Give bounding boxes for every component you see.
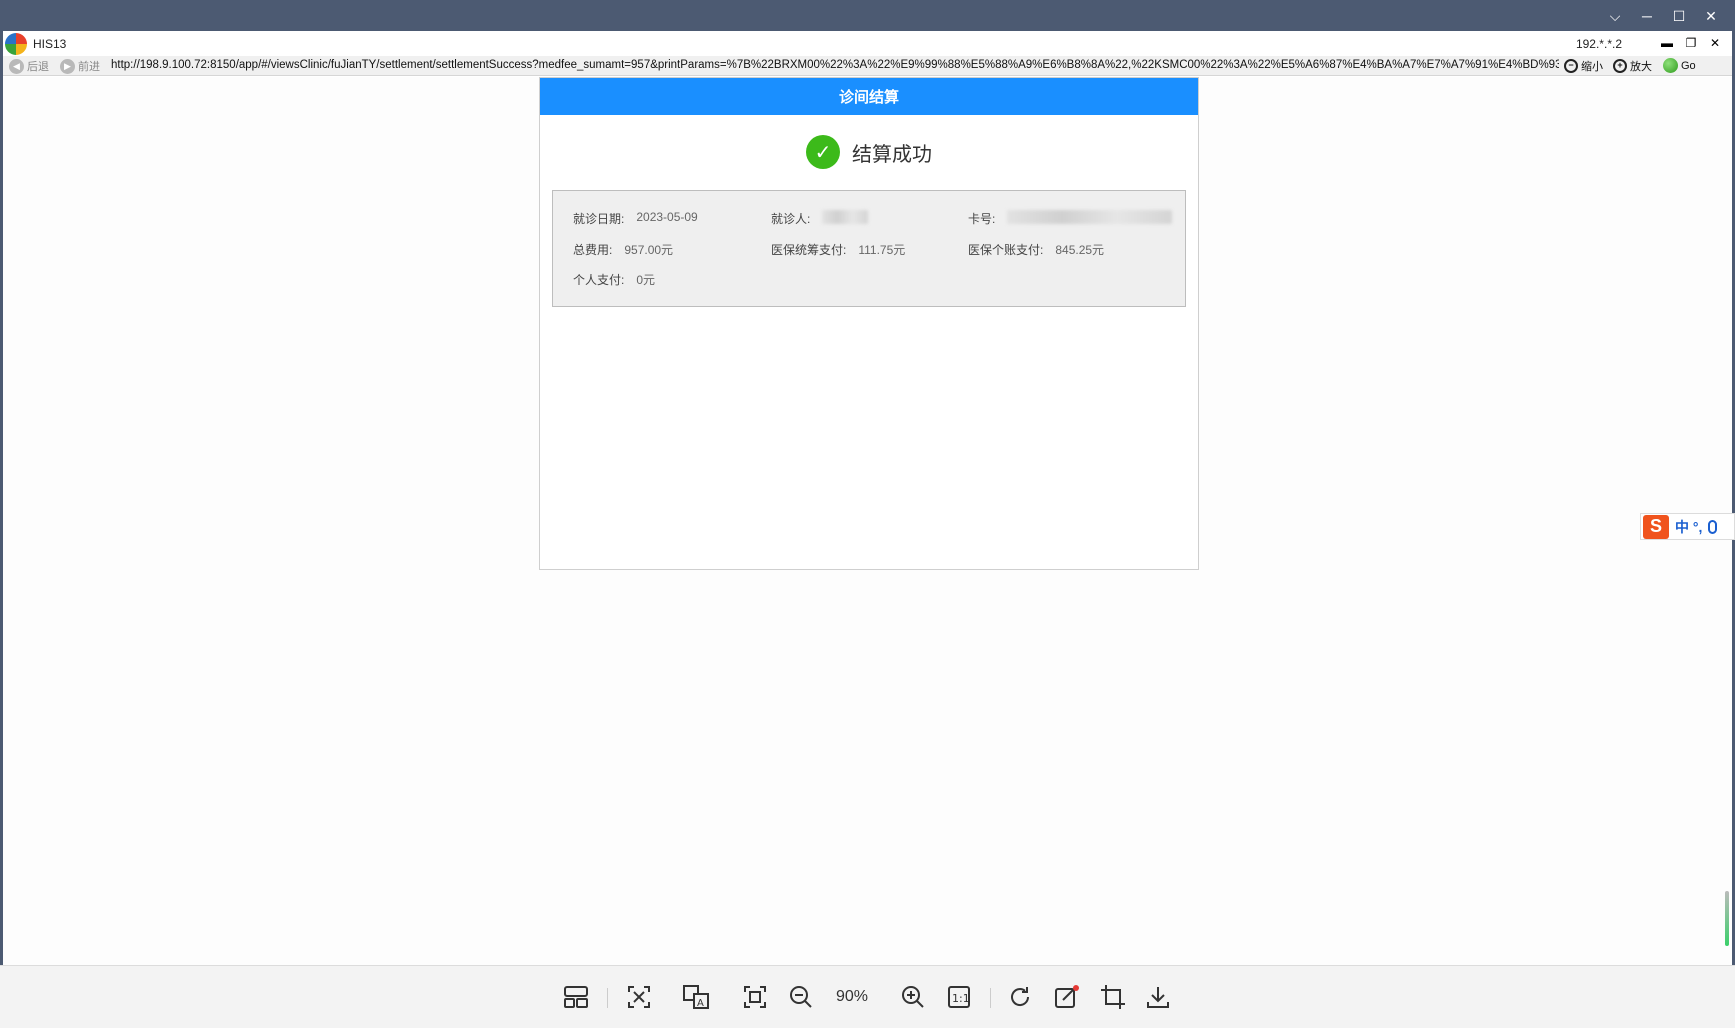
viewer-titlebar: ⌵ ─ ☐ ✕ xyxy=(0,0,1735,31)
edit-icon[interactable] xyxy=(1052,982,1082,1012)
zoom-out-label: 缩小 xyxy=(1581,61,1603,73)
patient-name-redacted xyxy=(822,210,869,224)
zoom-in-button[interactable]: + 放大 xyxy=(1613,58,1652,74)
visit-date-label: 就诊日期: xyxy=(573,212,625,226)
forward-button[interactable]: ▶ 前进 xyxy=(60,58,100,74)
go-icon xyxy=(1663,58,1678,73)
card-number-redacted xyxy=(1007,210,1173,224)
visit-date-value: 2023-05-09 xyxy=(636,210,698,224)
card-label: 卡号: xyxy=(968,212,996,226)
visit-date-field: 就诊日期: 2023-05-09 xyxy=(573,210,698,227)
viewer-minimize-button[interactable]: ─ xyxy=(1631,5,1663,27)
zoom-out-button[interactable]: − 缩小 xyxy=(1564,58,1603,74)
app-ip-address: 192.*.*.2 xyxy=(1575,37,1622,51)
page-content: 诊间结算 ✓ 结算成功 就诊日期: 2023-05-09 就诊人: 卡号: 总费… xyxy=(3,77,1732,965)
zoom-in-icon: + xyxy=(1613,59,1627,73)
success-message: ✓ 结算成功 xyxy=(540,135,1198,169)
screenshot-area: HIS13 192.*.*.2 ▬ ❐ ✕ ◀ 后退 ▶ 前进 http://1… xyxy=(0,31,1735,965)
pool-payment-value: 111.75元 xyxy=(858,243,906,257)
app-title: HIS13 xyxy=(33,37,67,51)
svg-text:A: A xyxy=(697,998,704,1009)
viewer-toolbar: A 90% 1:1 xyxy=(0,965,1735,1028)
app-logo-icon xyxy=(5,33,27,55)
ime-mode-text: 中 °, xyxy=(1675,518,1703,535)
viewer-maximize-button[interactable]: ☐ xyxy=(1663,5,1695,27)
check-circle-icon: ✓ xyxy=(806,135,840,169)
patient-label: 就诊人: xyxy=(771,212,811,226)
dialog-title: 诊间结算 xyxy=(540,78,1198,115)
app-restore-button[interactable]: ❐ xyxy=(1682,34,1700,52)
forward-arrow-icon: ▶ xyxy=(60,58,75,74)
actual-size-icon[interactable]: 1:1 xyxy=(944,982,974,1012)
total-fee-label: 总费用: xyxy=(573,243,613,257)
personal-payment-value: 0元 xyxy=(636,273,656,287)
toolbar-divider xyxy=(990,988,991,1008)
account-payment-field: 医保个账支付: 845.25元 xyxy=(968,241,1104,258)
url-field[interactable]: http://198.9.100.72:8150/app/#/viewsClin… xyxy=(111,59,1559,71)
app-minimize-button[interactable]: ▬ xyxy=(1658,34,1676,52)
toolbar-divider xyxy=(607,988,608,1008)
settlement-dialog: 诊间结算 ✓ 结算成功 就诊日期: 2023-05-09 就诊人: 卡号: 总费… xyxy=(539,77,1199,570)
pool-payment-label: 医保统筹支付: xyxy=(771,243,847,257)
sogou-logo-icon: S xyxy=(1643,514,1669,539)
svg-text:1:1: 1:1 xyxy=(952,992,970,1005)
personal-payment-field: 个人支付: 0元 xyxy=(573,271,655,288)
back-label: 后退 xyxy=(27,61,49,73)
personal-payment-label: 个人支付: xyxy=(573,273,625,287)
text-extract-icon[interactable] xyxy=(624,982,654,1012)
zoom-in-label: 放大 xyxy=(1630,61,1652,73)
card-field: 卡号: xyxy=(968,210,1173,227)
ime-toolbar[interactable]: S 中 °, xyxy=(1640,513,1735,540)
go-label: Go xyxy=(1681,59,1696,72)
zoom-in-icon[interactable] xyxy=(898,982,928,1012)
go-button[interactable]: Go xyxy=(1663,58,1696,73)
crop-icon[interactable] xyxy=(1098,982,1128,1012)
pool-payment-field: 医保统筹支付: 111.75元 xyxy=(771,241,905,258)
account-payment-label: 医保个账支付: xyxy=(968,243,1044,257)
rotate-icon[interactable] xyxy=(1006,982,1036,1012)
forward-label: 前进 xyxy=(78,61,100,73)
viewer-dropdown-button[interactable]: ⌵ xyxy=(1599,5,1631,27)
total-fee-field: 总费用: 957.00元 xyxy=(573,241,673,258)
microphone-icon[interactable] xyxy=(1708,519,1718,534)
fit-screen-icon[interactable] xyxy=(740,982,770,1012)
viewer-close-button[interactable]: ✕ xyxy=(1695,5,1727,27)
app-window-controls: ▬ ❐ ✕ xyxy=(1658,34,1724,52)
scroll-indicator[interactable] xyxy=(1725,891,1729,946)
download-icon[interactable] xyxy=(1143,982,1173,1012)
back-arrow-icon: ◀ xyxy=(9,58,24,74)
translate-icon[interactable]: A xyxy=(681,982,711,1012)
zoom-out-icon: − xyxy=(1564,59,1578,73)
settlement-info-panel: 就诊日期: 2023-05-09 就诊人: 卡号: 总费用: 957.00元 医… xyxy=(552,190,1186,307)
layout-icon[interactable] xyxy=(561,982,591,1012)
app-close-button[interactable]: ✕ xyxy=(1706,34,1724,52)
back-button[interactable]: ◀ 后退 xyxy=(9,58,49,74)
total-fee-value: 957.00元 xyxy=(624,243,674,257)
patient-field: 就诊人: xyxy=(771,210,869,227)
account-payment-value: 845.25元 xyxy=(1055,243,1105,257)
zoom-level: 90% xyxy=(836,988,869,1005)
viewer-window-controls: ⌵ ─ ☐ ✕ xyxy=(1599,5,1727,27)
app-titlebar: HIS13 192.*.*.2 ▬ ❐ ✕ xyxy=(3,31,1732,56)
address-bar: ◀ 后退 ▶ 前进 http://198.9.100.72:8150/app/#… xyxy=(3,56,1732,76)
success-text: 结算成功 xyxy=(852,143,932,166)
zoom-out-icon[interactable] xyxy=(786,982,816,1012)
